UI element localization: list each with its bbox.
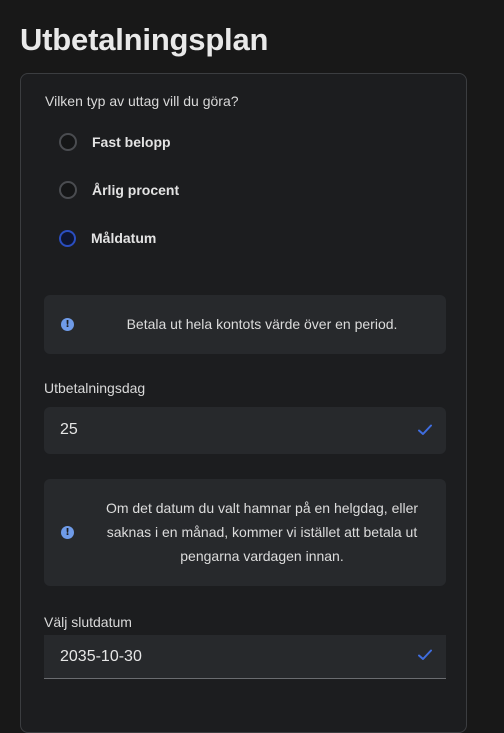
radio-option-fixed-amount[interactable]: Fast belopp — [59, 131, 171, 153]
payout-day-label: Utbetalningsdag — [44, 380, 146, 396]
info-box-target-date: ! Betala ut hela kontots värde över en p… — [44, 295, 446, 354]
radio-label: Fast belopp — [92, 134, 171, 150]
end-date-field[interactable]: 2035-10-30 — [44, 635, 446, 679]
end-date-value: 2035-10-30 — [60, 648, 142, 665]
check-icon — [418, 424, 432, 435]
exclamation-circle-icon: ! — [61, 318, 74, 331]
payout-day-select[interactable]: 25 — [44, 407, 446, 454]
radio-option-target-date[interactable]: Måldatum — [59, 227, 156, 249]
check-icon — [418, 649, 432, 660]
payout-plan-card — [20, 73, 467, 733]
withdrawal-type-question: Vilken typ av uttag vill du göra? — [45, 93, 239, 109]
radio-button[interactable] — [59, 181, 77, 199]
info-box-payout-day: ! Om det datum du valt hamnar på en helg… — [44, 479, 446, 586]
info-text: Betala ut hela kontots värde över en per… — [126, 316, 398, 332]
payout-day-value: 25 — [60, 421, 78, 438]
end-date-label: Välj slutdatum — [44, 614, 132, 630]
radio-label: Årlig procent — [92, 182, 180, 198]
info-text: Om det datum du valt hamnar på en helgda… — [105, 500, 419, 564]
page-title: Utbetalningsplan — [20, 22, 269, 57]
exclamation-circle-icon: ! — [61, 526, 74, 539]
radio-button[interactable] — [59, 133, 77, 151]
radio-button-selected[interactable] — [59, 229, 76, 247]
radio-option-annual-percent[interactable]: Årlig procent — [59, 179, 179, 201]
radio-label: Måldatum — [91, 230, 157, 246]
